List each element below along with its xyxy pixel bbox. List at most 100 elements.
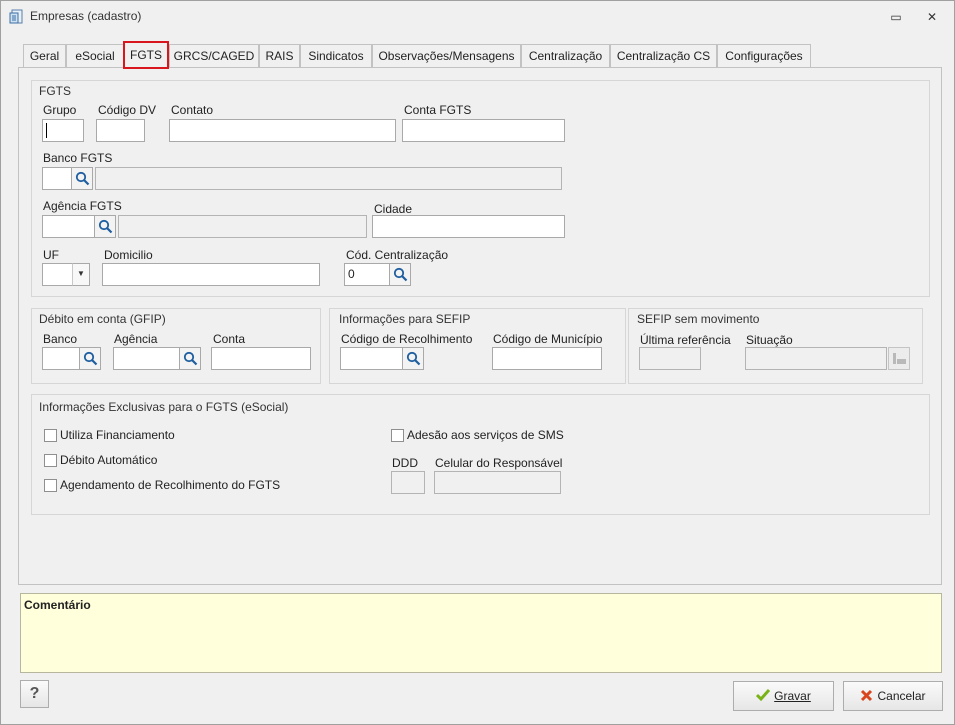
ddd-input: [391, 471, 425, 494]
utiliza-financiamento-label: Utiliza Financiamento: [60, 428, 175, 442]
cancel-button[interactable]: Cancelar: [843, 681, 943, 711]
conta-fgts-label: Conta FGTS: [404, 103, 472, 117]
cidade-input[interactable]: [372, 215, 565, 238]
adesao-sms-checkbox[interactable]: [391, 429, 404, 442]
debito-conta-group: Débito em conta (GFIP) Banco Agência Con…: [31, 308, 321, 384]
sefip-sem-movimento-group: SEFIP sem movimento Última referência Si…: [628, 308, 923, 384]
uf-label: UF: [43, 248, 59, 262]
agencia-fgts-input[interactable]: [42, 215, 95, 238]
magnifier-icon: [183, 351, 198, 366]
debito-agencia-input[interactable]: [113, 347, 180, 370]
uf-dropdown-button[interactable]: ▼: [72, 263, 90, 286]
debito-agencia-search-button[interactable]: [179, 347, 201, 370]
codigo-municipio-input[interactable]: [492, 347, 602, 370]
tab-observacoes[interactable]: Observações/Mensagens: [372, 44, 521, 68]
banco-fgts-input[interactable]: [42, 167, 72, 190]
close-icon: ✕: [926, 10, 938, 24]
debito-automatico-label: Débito Automático: [60, 453, 158, 467]
utiliza-financiamento-checkbox[interactable]: [44, 429, 57, 442]
lookup-icon: [893, 353, 906, 364]
agendamento-checkbox[interactable]: [44, 479, 57, 492]
codigo-dv-label: Código DV: [98, 103, 157, 117]
grupo-label: Grupo: [43, 103, 77, 117]
cod-centralizacao-label: Cód. Centralização: [346, 248, 449, 262]
restore-icon: ▭: [890, 10, 902, 24]
cidade-label: Cidade: [374, 202, 413, 216]
celular-label: Celular do Responsável: [435, 456, 563, 470]
help-button[interactable]: ?: [20, 680, 49, 708]
esocial-group-title: Informações Exclusivas para o FGTS (eSoc…: [39, 400, 289, 414]
codigo-recolhimento-search-button[interactable]: [402, 347, 424, 370]
cod-centralizacao-input[interactable]: 0: [344, 263, 390, 286]
debito-banco-search-button[interactable]: [79, 347, 101, 370]
save-button[interactable]: Gravar: [733, 681, 834, 711]
debito-agencia-label: Agência: [114, 332, 158, 346]
cancel-label: Cancelar: [877, 689, 926, 703]
tab-centralizacao-cs[interactable]: Centralização CS: [610, 44, 717, 68]
codigo-recolhimento-label: Código de Recolhimento: [341, 332, 473, 346]
domicilio-input[interactable]: [102, 263, 320, 286]
codigo-municipio-label: Código de Município: [493, 332, 603, 346]
tab-grcs-caged[interactable]: GRCS/CAGED: [169, 44, 259, 68]
chevron-down-icon: ▼: [77, 269, 85, 278]
tab-rais[interactable]: RAIS: [259, 44, 300, 68]
situacao-label: Situação: [746, 333, 793, 347]
conta-fgts-input[interactable]: [402, 119, 565, 142]
domicilio-label: Domicilio: [104, 248, 153, 262]
celular-input: [434, 471, 561, 494]
tab-geral[interactable]: Geral: [23, 44, 66, 68]
debito-group-title: Débito em conta (GFIP): [39, 312, 166, 326]
situacao-input: [745, 347, 887, 370]
debito-conta-label: Conta: [213, 332, 246, 346]
sefip-sem-movimento-title: SEFIP sem movimento: [637, 312, 760, 326]
agencia-fgts-label: Agência FGTS: [43, 199, 122, 213]
banco-fgts-name-display: [95, 167, 562, 190]
codigo-dv-input[interactable]: [96, 119, 145, 142]
close-button[interactable]: ✕: [921, 7, 943, 27]
title-bar: Empresas (cadastro) ▭ ✕: [1, 1, 954, 31]
tab-centralizacao[interactable]: Centralização: [521, 44, 610, 68]
comment-box[interactable]: Comentário: [20, 593, 942, 673]
esocial-fgts-group: Informações Exclusivas para o FGTS (eSoc…: [31, 394, 930, 515]
magnifier-icon: [75, 171, 90, 186]
contato-input[interactable]: [169, 119, 396, 142]
checkmark-icon: [756, 689, 771, 702]
situacao-lookup-button[interactable]: [888, 347, 910, 370]
agendamento-label: Agendamento de Recolhimento do FGTS: [60, 478, 281, 492]
uf-select[interactable]: [42, 263, 73, 286]
tab-esocial[interactable]: eSocial: [66, 44, 124, 68]
magnifier-icon: [98, 219, 113, 234]
window-title: Empresas (cadastro): [30, 9, 142, 23]
banco-fgts-label: Banco FGTS: [43, 151, 113, 165]
debito-automatico-checkbox[interactable]: [44, 454, 57, 467]
magnifier-icon: [393, 267, 408, 282]
sefip-group: Informações para SEFIP Código de Recolhi…: [329, 308, 626, 384]
ultima-referencia-label: Última referência: [640, 333, 731, 347]
document-icon: [9, 9, 23, 24]
banco-fgts-search-button[interactable]: [71, 167, 93, 190]
magnifier-icon: [406, 351, 421, 366]
save-label: Gravar: [774, 689, 811, 703]
dialog-window: Empresas (cadastro) ▭ ✕ Geral eSocial FG…: [0, 0, 955, 725]
tab-fgts[interactable]: FGTS: [123, 41, 169, 69]
x-icon: [861, 689, 873, 702]
debito-conta-input[interactable]: [211, 347, 311, 370]
ddd-label: DDD: [392, 456, 418, 470]
codigo-recolhimento-input[interactable]: [340, 347, 403, 370]
agencia-fgts-search-button[interactable]: [94, 215, 116, 238]
contato-label: Contato: [171, 103, 214, 117]
restore-button[interactable]: ▭: [885, 7, 907, 27]
debito-banco-label: Banco: [43, 332, 78, 346]
tab-sindicatos[interactable]: Sindicatos: [300, 44, 372, 68]
tab-configuracoes[interactable]: Configurações: [717, 44, 811, 68]
fgts-group: FGTS Grupo Código DV Contato Conta FGTS …: [31, 80, 930, 297]
comment-label: Comentário: [24, 598, 91, 612]
grupo-input[interactable]: [42, 119, 84, 142]
debito-banco-input[interactable]: [42, 347, 80, 370]
cod-centralizacao-search-button[interactable]: [389, 263, 411, 286]
adesao-sms-label: Adesão aos serviços de SMS: [407, 428, 564, 442]
agencia-fgts-name-display: [118, 215, 367, 238]
fgts-tab-panel: FGTS Grupo Código DV Contato Conta FGTS …: [18, 67, 942, 585]
question-icon: ?: [29, 685, 40, 702]
fgts-group-title: FGTS: [39, 84, 71, 98]
